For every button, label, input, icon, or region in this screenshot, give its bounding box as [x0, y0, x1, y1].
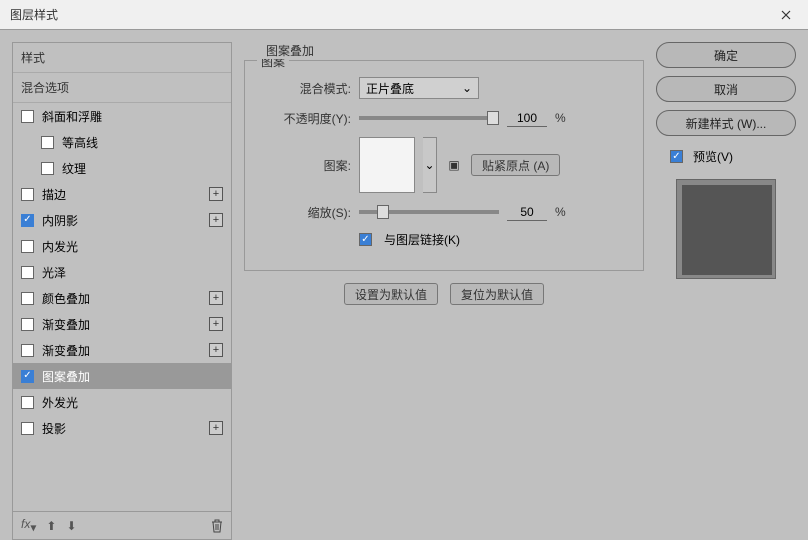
style-item[interactable]: 斜面和浮雕 [13, 103, 231, 129]
new-style-button[interactable]: 新建样式 (W)... [656, 110, 796, 136]
style-label: 渐变叠加 [42, 316, 90, 333]
style-checkbox[interactable] [21, 110, 34, 123]
style-item[interactable]: 渐变叠加 + [13, 337, 231, 363]
blend-mode-label: 混合模式: [261, 80, 351, 97]
reset-default-button[interactable]: 复位为默认值 [450, 283, 544, 305]
style-checkbox[interactable] [21, 292, 34, 305]
style-label: 颜色叠加 [42, 290, 90, 307]
style-label: 渐变叠加 [42, 342, 90, 359]
add-effect-icon[interactable]: + [209, 343, 223, 357]
fx-icon[interactable]: fx▾ [21, 517, 36, 534]
cancel-button[interactable]: 取消 [656, 76, 796, 102]
preview-box [676, 179, 776, 279]
window-title: 图层样式 [10, 6, 58, 23]
style-checkbox[interactable] [21, 396, 34, 409]
style-label: 描边 [42, 186, 66, 203]
ok-button[interactable]: 确定 [656, 42, 796, 68]
opacity-label: 不透明度(Y): [261, 110, 351, 127]
style-label: 投影 [42, 420, 66, 437]
style-checkbox[interactable] [41, 162, 54, 175]
add-effect-icon[interactable]: + [209, 421, 223, 435]
style-item[interactable]: 图案叠加 [13, 363, 231, 389]
trash-icon[interactable] [211, 519, 223, 533]
style-label: 外发光 [42, 394, 78, 411]
close-icon [781, 10, 791, 20]
slider-thumb[interactable] [377, 205, 389, 219]
style-checkbox[interactable] [21, 188, 34, 201]
opacity-suffix: % [555, 111, 566, 125]
pattern-dropdown[interactable]: ⌄ [423, 137, 437, 193]
style-checkbox[interactable] [41, 136, 54, 149]
link-layer-checkbox[interactable] [359, 233, 372, 246]
opacity-input[interactable] [507, 109, 547, 127]
style-item[interactable]: 描边 + [13, 181, 231, 207]
opacity-slider[interactable] [359, 116, 499, 120]
styles-list: 样式 混合选项 斜面和浮雕等高线纹理描边 + 内阴影 + 内发光光泽颜色叠加 + 渐变叠加 +… [12, 42, 232, 540]
style-item[interactable]: 等高线 [13, 129, 231, 155]
style-checkbox[interactable] [21, 344, 34, 357]
style-item[interactable]: 光泽 [13, 259, 231, 285]
add-effect-icon[interactable]: + [209, 187, 223, 201]
scale-suffix: % [555, 205, 566, 219]
add-effect-icon[interactable]: + [209, 213, 223, 227]
preview-swatch [682, 185, 772, 275]
scale-label: 缩放(S): [261, 204, 351, 221]
action-panel: 确定 取消 新建样式 (W)... 预览(V) [656, 42, 796, 504]
dialog-content: 样式 混合选项 斜面和浮雕等高线纹理描边 + 内阴影 + 内发光光泽颜色叠加 + 渐变叠加 +… [0, 30, 808, 516]
blend-options-header[interactable]: 混合选项 [13, 73, 231, 103]
style-checkbox[interactable] [21, 266, 34, 279]
style-label: 内阴影 [42, 212, 78, 229]
link-layer-label: 与图层链接(K) [384, 231, 460, 248]
style-label: 纹理 [62, 160, 86, 177]
scale-slider[interactable] [359, 210, 499, 214]
style-label: 图案叠加 [42, 368, 90, 385]
chevron-down-icon: ⌄ [424, 158, 434, 172]
preview-label: 预览(V) [693, 148, 733, 165]
style-item[interactable]: 外发光 [13, 389, 231, 415]
style-item[interactable]: 纹理 [13, 155, 231, 181]
style-label: 等高线 [62, 134, 98, 151]
add-effect-icon[interactable]: + [209, 291, 223, 305]
scale-input[interactable] [507, 203, 547, 221]
style-checkbox[interactable] [21, 318, 34, 331]
arrow-down-icon[interactable]: ⬇ [66, 519, 76, 533]
style-checkbox[interactable] [21, 240, 34, 253]
blend-mode-value: 正片叠底 [366, 80, 414, 97]
style-checkbox[interactable] [21, 214, 34, 227]
pattern-label: 图案: [261, 157, 351, 174]
style-checkbox[interactable] [21, 422, 34, 435]
snap-origin-button[interactable]: 贴紧原点 (A) [471, 154, 560, 176]
titlebar: 图层样式 [0, 0, 808, 30]
styles-header[interactable]: 样式 [13, 43, 231, 73]
snap-origin-icon[interactable]: ▣ [445, 156, 463, 174]
preview-checkbox[interactable] [670, 150, 683, 163]
arrow-up-icon[interactable]: ⬆ [46, 519, 56, 533]
blend-mode-select[interactable]: 正片叠底 ⌄ [359, 77, 479, 99]
style-item[interactable]: 投影 + [13, 415, 231, 441]
style-item[interactable]: 颜色叠加 + [13, 285, 231, 311]
options-panel: 图案叠加 图案 混合模式: 正片叠底 ⌄ 不透明度(Y): % 图案: ⌄ [244, 42, 644, 504]
styles-panel: 样式 混合选项 斜面和浮雕等高线纹理描边 + 内阴影 + 内发光光泽颜色叠加 + 渐变叠加 +… [12, 42, 232, 504]
group-title: 图案叠加 [262, 42, 318, 59]
styles-footer: fx▾ ⬆ ⬇ [13, 511, 231, 539]
chevron-down-icon: ⌄ [462, 81, 472, 95]
style-label: 斜面和浮雕 [42, 108, 102, 125]
pattern-swatch[interactable] [359, 137, 415, 193]
style-item[interactable]: 内发光 [13, 233, 231, 259]
add-effect-icon[interactable]: + [209, 317, 223, 331]
close-button[interactable] [763, 0, 808, 30]
style-label: 光泽 [42, 264, 66, 281]
style-label: 内发光 [42, 238, 78, 255]
slider-thumb[interactable] [487, 111, 499, 125]
style-item[interactable]: 内阴影 + [13, 207, 231, 233]
set-default-button[interactable]: 设置为默认值 [344, 283, 438, 305]
style-checkbox[interactable] [21, 370, 34, 383]
style-item[interactable]: 渐变叠加 + [13, 311, 231, 337]
